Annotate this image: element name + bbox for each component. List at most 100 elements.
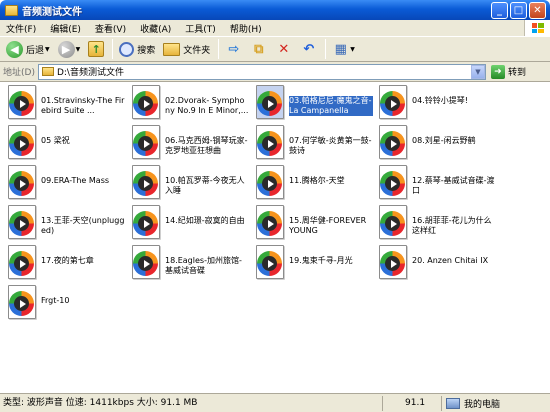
views-button[interactable]: ▦ ▼	[329, 38, 358, 60]
back-arrow-icon: ◀	[6, 40, 23, 58]
media-file-icon	[5, 245, 39, 281]
close-button[interactable]: ✕	[529, 1, 546, 19]
file-name: 04.铃铃小提琴!	[412, 96, 468, 105]
menu-bar: 文件(F) 编辑(E) 查看(V) 收藏(A) 工具(T) 帮助(H)	[0, 20, 550, 36]
file-item[interactable]: 02.Dvorak- Symphony No.9 In E Minor,...	[127, 85, 251, 125]
up-folder-button[interactable]: ↑	[85, 38, 107, 60]
media-file-icon	[253, 85, 287, 121]
folders-button[interactable]: 文件夹	[160, 38, 213, 60]
file-name: 19.鬼束千寻-月光	[289, 256, 353, 265]
maximize-button[interactable]: □	[510, 1, 527, 19]
media-file-icon	[376, 125, 410, 161]
file-item[interactable]: 12.蔡琴-基威试音碟-渡口	[374, 165, 498, 205]
file-name: 07.何学敏-炎黄第一鼓-鼓诗	[289, 136, 372, 155]
chevron-down-icon: ▼	[45, 45, 50, 53]
address-bar: 地址(D) D:\音频测试文件 ▼ ➜ 转到	[0, 62, 550, 82]
file-list-view[interactable]: 01.Stravinsky-The Firebird Suite ... 02.D…	[0, 82, 550, 393]
forward-button[interactable]: ▶ ▼	[55, 38, 84, 60]
search-icon	[119, 41, 135, 57]
file-item[interactable]: 01.Stravinsky-The Firebird Suite ...	[3, 85, 127, 125]
menu-edit[interactable]: 编辑(E)	[50, 22, 81, 35]
media-file-icon	[5, 125, 39, 161]
menu-help[interactable]: 帮助(H)	[230, 22, 262, 35]
media-file-icon	[253, 125, 287, 161]
file-item[interactable]: 14.纪如璟-寂寞的自由	[127, 205, 251, 245]
file-name: 05 梁祝	[41, 136, 70, 145]
file-item[interactable]: 10.帕瓦罗蒂-今夜无人入睡	[127, 165, 251, 205]
menu-view[interactable]: 查看(V)	[95, 22, 126, 35]
file-name: 01.Stravinsky-The Firebird Suite ...	[41, 96, 125, 115]
toolbar-divider	[112, 39, 114, 59]
copy-to-icon: ⧉	[254, 41, 264, 57]
address-field[interactable]: D:\音频测试文件 ▼	[37, 63, 486, 80]
media-file-icon	[5, 285, 39, 321]
up-folder-icon: ↑	[88, 41, 105, 57]
file-name: 06.马克西姆-钢琴玩家-克罗地亚狂想曲	[165, 136, 248, 155]
media-file-icon	[129, 85, 163, 121]
file-item[interactable]: 05 梁祝	[3, 125, 127, 165]
file-name: 03.帕格尼尼-魔鬼之音-La Campanella	[289, 96, 373, 116]
delete-button[interactable]: ✕	[272, 38, 295, 60]
toolbar-divider	[325, 39, 327, 59]
media-file-icon	[253, 205, 287, 241]
address-dropdown-button[interactable]: ▼	[470, 64, 485, 79]
move-to-icon: ⇨	[228, 41, 240, 57]
address-value[interactable]: D:\音频测试文件	[57, 65, 471, 78]
delete-icon: ✕	[278, 41, 290, 57]
file-item[interactable]: 20. Anzen Chitai IX	[374, 245, 498, 285]
media-file-icon	[129, 245, 163, 281]
file-item[interactable]: 19.鬼束千寻-月光	[251, 245, 375, 285]
back-button[interactable]: ◀ 后退 ▼	[3, 38, 53, 60]
media-file-icon	[5, 165, 39, 201]
file-name: 14.纪如璟-寂寞的自由	[165, 216, 245, 225]
move-to-button[interactable]: ⇨	[222, 38, 245, 60]
file-name: 09.ERA-The Mass	[41, 176, 110, 185]
minimize-button[interactable]: _	[491, 1, 508, 19]
go-arrow-icon[interactable]: ➜	[490, 64, 505, 79]
toolbar: ◀ 后退 ▼ ▶ ▼ ↑ 搜索 文件夹 ⇨ ⧉ ✕ ↶ ▦ ▼	[0, 36, 550, 62]
file-name: 10.帕瓦罗蒂-今夜无人入睡	[165, 176, 245, 195]
windows-logo-icon	[524, 20, 550, 36]
menu-favorites[interactable]: 收藏(A)	[140, 22, 171, 35]
my-computer-icon	[446, 397, 460, 409]
folders-label: 文件夹	[183, 45, 211, 56]
file-item[interactable]: 17.夜的第七章	[3, 245, 127, 285]
status-size: 91.1 MB	[383, 395, 442, 411]
file-item[interactable]: Frgt-10	[3, 285, 127, 325]
file-item[interactable]: 13.王菲-天空(unplugged)	[3, 205, 127, 245]
back-label: 后退	[26, 45, 45, 56]
status-location-label: 我的电脑	[464, 399, 501, 410]
file-item[interactable]: 07.何学敏-炎黄第一鼓-鼓诗	[251, 125, 375, 165]
folder-icon	[5, 4, 18, 16]
file-name: 11.腾格尔-天堂	[289, 176, 345, 185]
search-label: 搜索	[137, 45, 156, 56]
forward-arrow-icon: ▶	[57, 40, 75, 58]
media-file-icon	[129, 205, 163, 241]
file-item[interactable]: 09.ERA-The Mass	[3, 165, 127, 205]
file-name: 12.蔡琴-基威试音碟-渡口	[412, 176, 495, 195]
status-location: 我的电脑	[442, 396, 550, 411]
media-file-icon	[376, 85, 410, 121]
file-name: 13.王菲-天空(unplugged)	[41, 216, 125, 235]
file-name: Frgt-10	[41, 296, 70, 305]
search-button[interactable]: 搜索	[116, 38, 158, 60]
menu-file[interactable]: 文件(F)	[6, 22, 36, 35]
file-item[interactable]: 03.帕格尼尼-魔鬼之音-La Campanella	[251, 85, 375, 125]
copy-to-button[interactable]: ⧉	[247, 38, 270, 60]
file-item[interactable]: 04.铃铃小提琴!	[374, 85, 498, 125]
file-item[interactable]: 08.刘星-闲云野鹤	[374, 125, 498, 165]
file-name: 15.周华健-FOREVER YOUNG	[289, 216, 367, 235]
file-item[interactable]: 15.周华健-FOREVER YOUNG	[251, 205, 375, 245]
menu-tools[interactable]: 工具(T)	[185, 22, 216, 35]
file-item[interactable]: 16.胡菲菲-花儿为什么这样红	[374, 205, 498, 245]
media-file-icon	[376, 205, 410, 241]
undo-button[interactable]: ↶	[297, 38, 320, 60]
media-file-icon	[129, 165, 163, 201]
toolbar-divider	[218, 39, 220, 59]
file-item[interactable]: 06.马克西姆-钢琴玩家-克罗地亚狂想曲	[127, 125, 251, 165]
chevron-down-icon: ▼	[75, 45, 81, 53]
go-button[interactable]: 转到	[508, 65, 526, 78]
file-item[interactable]: 18.Eagles-加州旅馆-基威试音碟	[127, 245, 251, 285]
title-bar[interactable]: 音频测试文件 _ □ ✕	[0, 0, 550, 20]
file-item[interactable]: 11.腾格尔-天堂	[251, 165, 375, 205]
